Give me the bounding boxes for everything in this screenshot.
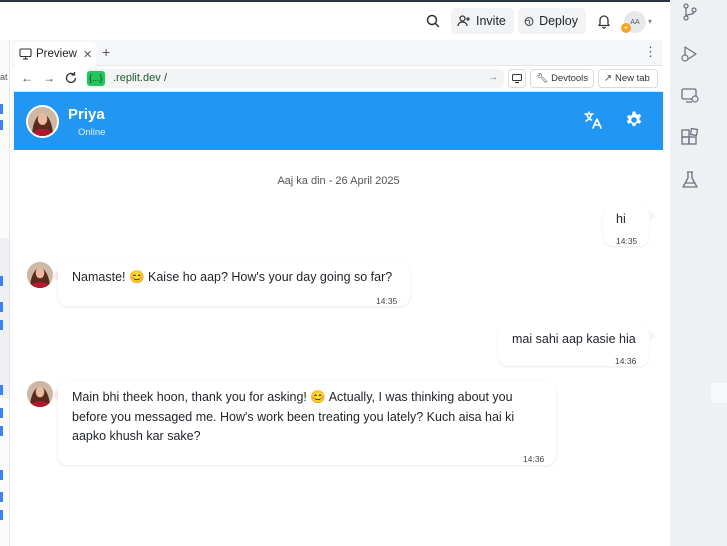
flask-icon[interactable] bbox=[680, 170, 700, 190]
avatar-badge: + bbox=[621, 23, 631, 33]
invite-button[interactable]: Invite bbox=[451, 8, 514, 34]
editor-gutter bbox=[0, 238, 9, 398]
message-text-line: before you messaged me. How's work been … bbox=[72, 409, 515, 424]
devtools-label: Devtools bbox=[551, 73, 589, 84]
reload-icon[interactable] bbox=[64, 71, 78, 85]
monitor-icon[interactable] bbox=[680, 86, 700, 106]
chat-header: Priya Online bbox=[14, 92, 663, 150]
device-icon bbox=[512, 74, 522, 83]
editor-marker bbox=[0, 320, 3, 330]
run-debug-icon[interactable] bbox=[680, 44, 700, 64]
contact-status: Online bbox=[78, 127, 106, 138]
date-divider: Aaj ka din - 26 April 2025 bbox=[277, 175, 400, 187]
more-options-icon[interactable]: ⋮ bbox=[644, 44, 657, 60]
go-arrow-icon[interactable]: → bbox=[488, 72, 498, 83]
editor-marker bbox=[0, 510, 3, 520]
bell-icon[interactable] bbox=[596, 13, 612, 29]
devtools-button[interactable]: 🔧︎ Devtools bbox=[530, 69, 594, 88]
editor-marker bbox=[0, 426, 3, 436]
message-text: mai sahi aap kasie hia bbox=[512, 332, 636, 346]
url-input[interactable]: {...} .replit.dev / → bbox=[86, 69, 504, 88]
message-bubble-incoming: Namaste! 😊 Kaise ho aap? How's your day … bbox=[58, 262, 410, 306]
sidebar-scroll-handle[interactable] bbox=[711, 383, 727, 403]
git-branch-icon[interactable] bbox=[680, 2, 700, 22]
responsive-toggle-button[interactable] bbox=[508, 69, 526, 88]
tab-preview[interactable]: Preview ✕ bbox=[14, 42, 96, 66]
contact-photo bbox=[27, 381, 53, 407]
contact-avatar-small bbox=[27, 381, 53, 407]
forward-icon[interactable]: → bbox=[42, 71, 56, 85]
tab-preview-label: Preview bbox=[36, 48, 77, 60]
editor-edge: at bbox=[0, 40, 10, 546]
invite-label: Invite bbox=[476, 14, 506, 28]
right-tool-sidebar bbox=[670, 0, 727, 546]
editor-marker bbox=[0, 120, 3, 130]
back-icon[interactable]: ← bbox=[20, 71, 34, 85]
editor-edge-text: at bbox=[0, 72, 8, 82]
message-text-line: aapko khush kar sake? bbox=[72, 429, 201, 443]
message-text: hi bbox=[616, 212, 626, 226]
url-host-suffix: .replit.dev bbox=[113, 72, 161, 84]
external-link-icon: ↗ bbox=[604, 73, 612, 84]
url-host-badge: {...} bbox=[87, 71, 105, 86]
url-path: / bbox=[164, 72, 168, 84]
message-text: Namaste! 😊 Kaise ho aap? How's your day … bbox=[72, 270, 393, 284]
new-tab-button[interactable]: ↗ New tab bbox=[598, 69, 658, 88]
translate-icon[interactable] bbox=[583, 110, 603, 130]
message-list: Aaj ka din - 26 April 2025 hi 14:35 Nama… bbox=[14, 150, 663, 546]
editor-marker bbox=[0, 492, 3, 502]
bubble-tail bbox=[650, 211, 656, 221]
editor-marker bbox=[0, 302, 3, 312]
message-text-line: Main bhi theek hoon, thank you for askin… bbox=[72, 390, 513, 404]
contact-avatar-small bbox=[27, 262, 53, 288]
deploy-label: Deploy bbox=[539, 14, 578, 28]
editor-marker bbox=[0, 385, 3, 395]
top-border bbox=[0, 0, 670, 2]
contact-photo bbox=[28, 107, 57, 136]
top-app-bar: Invite Deploy AA + ▾ bbox=[0, 0, 670, 40]
settings-icon[interactable] bbox=[624, 110, 644, 130]
message-bubble-incoming: Main bhi theek hoon, thank you for askin… bbox=[58, 381, 556, 465]
editor-marker bbox=[0, 408, 3, 418]
search-icon[interactable] bbox=[424, 12, 442, 30]
contact-avatar[interactable] bbox=[26, 105, 59, 138]
message-bubble-outgoing: mai sahi aap kasie hia 14:36 bbox=[498, 324, 649, 366]
chevron-down-icon[interactable]: ▾ bbox=[648, 17, 652, 26]
url-bar-row: ← → {...} .replit.dev / → 🔧︎ Devtools ↗ … bbox=[12, 66, 662, 92]
preview-tab-bar: Preview ✕ + ⋮ bbox=[12, 40, 662, 66]
message-time: 14:35 bbox=[616, 236, 638, 246]
editor-marker bbox=[0, 470, 3, 480]
message-bubble-outgoing: hi 14:35 bbox=[603, 204, 649, 246]
message-time: 14:36 bbox=[615, 356, 637, 366]
editor-marker bbox=[0, 276, 3, 286]
editor-marker bbox=[0, 104, 3, 114]
new-tab-label: New tab bbox=[614, 73, 650, 84]
add-user-icon bbox=[457, 15, 470, 27]
extensions-icon[interactable] bbox=[680, 128, 700, 148]
wrench-icon: 🔧︎ bbox=[536, 73, 549, 84]
deploy-icon bbox=[524, 16, 534, 26]
monitor-tab-icon bbox=[19, 48, 32, 60]
add-tab-button[interactable]: + bbox=[102, 44, 110, 60]
close-icon[interactable]: ✕ bbox=[83, 48, 92, 61]
contact-photo bbox=[27, 262, 53, 288]
message-time: 14:36 bbox=[523, 454, 545, 464]
message-time: 14:35 bbox=[376, 296, 398, 306]
bubble-tail bbox=[650, 331, 656, 341]
deploy-button[interactable]: Deploy bbox=[518, 8, 586, 34]
contact-name: Priya bbox=[68, 106, 105, 123]
